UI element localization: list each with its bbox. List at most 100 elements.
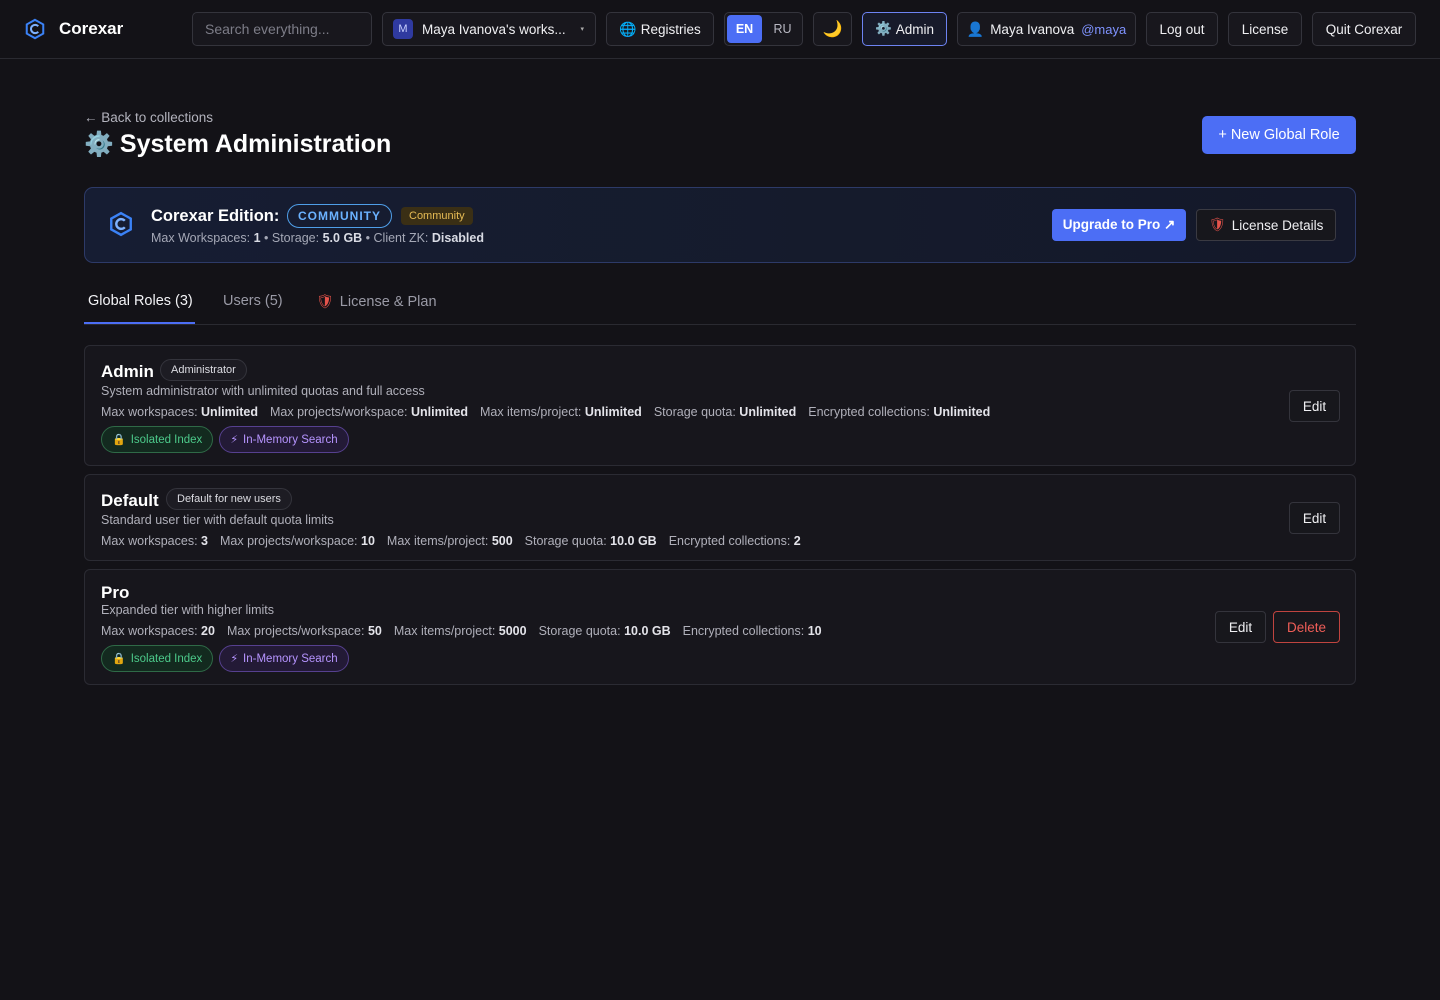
quota-label: Max items/project:	[393, 624, 499, 638]
quota-value: Unlimited	[739, 405, 797, 419]
new-global-role-button[interactable]: + New Global Role	[1202, 116, 1356, 154]
lightning-icon: ⚡	[230, 653, 239, 665]
meta-workspaces-value: 1	[253, 231, 261, 245]
corexar-logo-icon	[25, 18, 45, 40]
logout-button[interactable]: Log out	[1146, 12, 1218, 46]
search-input[interactable]	[205, 21, 365, 37]
edition-card: Corexar Edition: COMMUNITY Community Max…	[84, 187, 1356, 263]
top-bar: Corexar M Maya Ivanova's works... ▾ 🌐 Re…	[0, 0, 1440, 59]
workspace-avatar: M	[393, 19, 413, 39]
role-name: Admin	[101, 362, 154, 381]
chevron-down-icon: ▾	[580, 26, 584, 33]
quit-button[interactable]: Quit Corexar	[1312, 12, 1416, 46]
admin-tabs: Global Roles (3) Users (5) 🛡 License & P…	[84, 280, 1356, 325]
chip-label: Isolated Index	[130, 433, 203, 446]
role-description: Standard user tier with default quota li…	[101, 513, 334, 527]
quota-label: Max items/project:	[386, 534, 492, 548]
tab-license-plan[interactable]: 🛡 License & Plan	[316, 293, 437, 310]
quota-value: 10	[807, 624, 822, 638]
quota-items: Max items/project: 5000	[394, 624, 527, 638]
theme-toggle[interactable]: 🌙	[813, 12, 852, 46]
role-card-admin: Admin Administrator System administrator…	[84, 345, 1356, 466]
edit-role-button[interactable]: Edit	[1289, 502, 1340, 534]
quota-label: Encrypted collections:	[668, 534, 794, 548]
user-handle: @maya	[1081, 21, 1127, 37]
quota-value: Unlimited	[411, 405, 468, 419]
globe-icon: 🌐	[619, 20, 637, 37]
workspace-label: Maya Ivanova's works...	[422, 21, 566, 37]
role-name: Default	[101, 491, 159, 510]
quota-workspaces: Max workspaces: 20	[101, 624, 215, 638]
role-card-default: Default Default for new users Standard u…	[84, 474, 1356, 561]
meta-workspaces-label: Max Workspaces:	[151, 231, 254, 245]
quota-value: 10.0 GB	[610, 534, 657, 548]
quota-label: Encrypted collections:	[808, 405, 934, 419]
quota-encrypted: Encrypted collections: 10	[683, 624, 822, 638]
quota-value: 5000	[498, 624, 527, 638]
edition-meta: Max Workspaces: 1 • Storage: 5.0 GB • Cl…	[151, 231, 484, 245]
lock-icon: 🔒	[112, 653, 126, 665]
role-description: System administrator with unlimited quot…	[101, 384, 425, 398]
feature-chips: 🔒 Isolated Index ⚡ In-Memory Search	[101, 426, 349, 453]
role-quotas: Max workspaces: Unlimited Max projects/w…	[101, 405, 990, 419]
gear-icon: ⚙️	[84, 131, 114, 158]
quota-encrypted: Encrypted collections: 2	[669, 534, 801, 548]
quota-value: 500	[491, 534, 513, 548]
meta-zk-label: • Client ZK:	[362, 231, 432, 245]
quota-label: Max workspaces:	[101, 534, 202, 548]
edition-badge: COMMUNITY	[287, 204, 392, 228]
quota-label: Max projects/workspace:	[269, 405, 412, 419]
upgrade-to-pro-button[interactable]: Upgrade to Pro ↗	[1052, 209, 1186, 241]
quota-value: 3	[201, 534, 208, 548]
quota-label: Storage quota:	[524, 534, 611, 548]
lightning-icon: ⚡	[230, 434, 239, 446]
shield-icon: 🛡	[1208, 217, 1226, 232]
global-search[interactable]	[192, 12, 372, 46]
workspace-switcher[interactable]: M Maya Ivanova's works... ▾	[382, 12, 596, 46]
edit-role-button[interactable]: Edit	[1289, 390, 1340, 422]
page-title-text: System Administration	[119, 130, 392, 158]
chip-label: In-Memory Search	[243, 652, 338, 665]
quota-value: 50	[367, 624, 382, 638]
license-button[interactable]: License	[1228, 12, 1302, 46]
user-menu[interactable]: 👤 Maya Ivanova @maya	[957, 12, 1136, 46]
back-to-collections-link[interactable]: ← Back to collections	[84, 110, 213, 125]
lang-en-button[interactable]: EN	[727, 15, 762, 43]
in-memory-search-chip: ⚡ In-Memory Search	[219, 645, 349, 672]
quota-items: Max items/project: 500	[387, 534, 513, 548]
brand[interactable]: Corexar	[24, 16, 123, 42]
quota-label: Max workspaces:	[101, 405, 202, 419]
role-quotas: Max workspaces: 20 Max projects/workspac…	[101, 624, 822, 638]
lang-ru-button[interactable]: RU	[765, 15, 800, 43]
license-details-button[interactable]: 🛡 License Details	[1196, 209, 1336, 241]
tab-users[interactable]: Users (5)	[223, 293, 283, 309]
meta-zk-value: Disabled	[431, 231, 484, 245]
feature-chips: 🔒 Isolated Index ⚡ In-Memory Search	[101, 645, 349, 672]
role-card-pro: Pro Expanded tier with higher limits Max…	[84, 569, 1356, 685]
isolated-index-chip: 🔒 Isolated Index	[101, 426, 214, 453]
isolated-index-chip: 🔒 Isolated Index	[101, 645, 214, 672]
quota-value: 2	[793, 534, 801, 548]
quota-label: Max projects/workspace:	[226, 624, 368, 638]
quota-value: 10.0 GB	[624, 624, 671, 638]
registries-label: Registries	[640, 21, 701, 37]
tab-global-roles[interactable]: Global Roles (3)	[88, 293, 193, 309]
edit-role-button[interactable]: Edit	[1215, 611, 1266, 643]
gear-icon: ⚙️	[874, 21, 892, 36]
page-title: ⚙️ System Administration	[84, 130, 391, 159]
meta-storage-label: • Storage:	[260, 231, 323, 245]
delete-role-button[interactable]: Delete	[1273, 611, 1340, 643]
quota-label: Max projects/workspace:	[219, 534, 362, 548]
edition-title: Corexar Edition:	[151, 207, 280, 225]
license-details-label: License Details	[1231, 217, 1324, 233]
tab-license-plan-label: License & Plan	[339, 293, 437, 310]
admin-button[interactable]: ⚙️ Admin	[862, 12, 947, 46]
user-name: Maya Ivanova	[990, 21, 1075, 37]
quota-workspaces: Max workspaces: 3	[101, 534, 208, 548]
quota-label: Storage quota:	[538, 624, 625, 638]
role-badge: Default for new users	[166, 488, 292, 510]
moon-icon: 🌙	[822, 21, 843, 38]
corexar-logo-icon	[110, 211, 132, 237]
role-badge: Administrator	[160, 359, 247, 381]
registries-button[interactable]: 🌐 Registries	[606, 12, 714, 46]
